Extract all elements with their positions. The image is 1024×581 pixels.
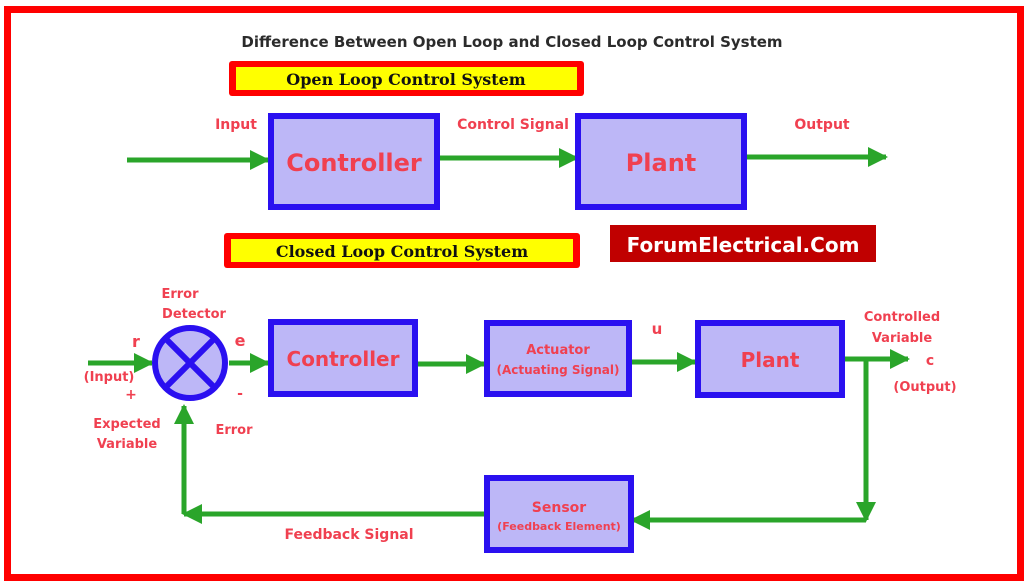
error-label: Error (215, 423, 253, 438)
actuator-block: Actuator (Actuating Signal) (484, 320, 632, 397)
error-detector-label-1: Error (161, 287, 199, 302)
u-label: u (652, 320, 663, 338)
closed-controller-label: Controller (287, 347, 400, 371)
expected-variable-label-2: Variable (97, 437, 158, 452)
reference-input-label: (Input) (84, 370, 135, 385)
open-plant-label: Plant (626, 149, 697, 177)
actuator-label: Actuator (526, 343, 590, 358)
sensor-label: Sensor (532, 500, 586, 516)
error-detector-label-2: Detector (162, 307, 226, 322)
expected-variable-label-1: Expected (93, 417, 160, 432)
controlled-variable-label-2: Variable (872, 331, 933, 346)
open-input-label: Input (215, 117, 257, 133)
controlled-variable-label-1: Controlled (864, 310, 940, 325)
closed-loop-banner-text: Closed Loop Control System (276, 242, 528, 261)
open-loop-banner: Open Loop Control System (229, 61, 584, 96)
closed-plant-block: Plant (695, 320, 845, 398)
brand-logo: ForumElectrical.Com (610, 225, 876, 262)
minus-sign: - (237, 386, 243, 402)
open-loop-banner-text: Open Loop Control System (286, 70, 525, 89)
open-plant-block: Plant (575, 113, 747, 210)
closed-loop-banner: Closed Loop Control System (224, 233, 580, 268)
open-output-label: Output (794, 117, 850, 133)
diagram-title: Difference Between Open Loop and Closed … (241, 33, 782, 51)
plus-sign: + (125, 387, 137, 403)
open-controller-block: Controller (268, 113, 440, 210)
actuator-sublabel: (Actuating Signal) (496, 363, 619, 377)
control-system-diagram: Difference Between Open Loop and Closed … (84, 33, 957, 553)
sensor-block: Sensor (Feedback Element) (484, 475, 634, 553)
error-detector-junction (152, 325, 228, 401)
sensor-sublabel: (Feedback Element) (497, 520, 621, 533)
closed-controller-block: Controller (268, 319, 418, 397)
closed-plant-label: Plant (741, 348, 800, 372)
open-control-signal-label: Control Signal (457, 117, 569, 133)
feedback-signal-label: Feedback Signal (284, 527, 413, 543)
e-label: e (235, 331, 246, 350)
output-label: (Output) (893, 380, 956, 395)
open-controller-label: Controller (286, 149, 422, 177)
brand-text: ForumElectrical.Com (627, 233, 860, 257)
c-label: c (926, 353, 934, 369)
r-label: r (132, 332, 140, 351)
